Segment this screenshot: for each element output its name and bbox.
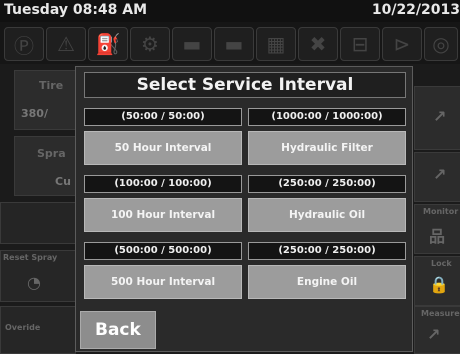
parking-brake-icon: Ⓟ	[4, 27, 44, 61]
interval-500-button[interactable]: 500 Hour Interval	[84, 265, 242, 299]
back-button[interactable]: Back	[80, 311, 156, 349]
hopper-icon: ⊟	[340, 27, 380, 61]
gauge-icon: ◔	[27, 273, 41, 292]
hydraulic-oil-button[interactable]: Hydraulic Oil	[248, 198, 406, 232]
measure-label: Measure	[421, 309, 460, 318]
fuel-filter-icon: ⛽	[88, 27, 128, 61]
interval-50-button[interactable]: 50 Hour Interval	[84, 131, 242, 165]
indicator-toolbar: Ⓟ ⚠ ⛽ ⚙ ▬ ▬ ▦ ✖ ⊟ ⊳ ◎	[0, 22, 460, 64]
monitor-panel: Monitor 品	[414, 204, 460, 254]
date-display: 10/22/2013	[371, 2, 460, 18]
overide-panel: Overide	[0, 306, 76, 354]
status-bar: Tuesday 08:48 AM 10/22/2013	[0, 0, 460, 23]
spray-label: Spra	[37, 147, 66, 160]
interval-100-button[interactable]: 100 Hour Interval	[84, 198, 242, 232]
lock-icon: 🔒	[429, 275, 449, 294]
hydraulic-filter-hours: (1000:00 / 1000:00)	[248, 108, 406, 126]
right-panel-2: ↗	[414, 152, 460, 202]
reset-spray-label: Reset Spray	[3, 253, 58, 262]
interval-100-hours: (100:00 / 100:00)	[84, 175, 242, 193]
measure-panel: Measure ↗	[414, 306, 460, 354]
lock-label: Lock	[431, 259, 452, 268]
tire-value: 380/	[21, 107, 48, 120]
network-icon: 品	[429, 227, 446, 246]
hydraulic-filter-button[interactable]: Hydraulic Filter	[248, 131, 406, 165]
engine-icon: ⚙	[130, 27, 170, 61]
interval-50-hours: (50:00 / 50:00)	[84, 108, 242, 126]
interval-500-hours: (500:00 / 500:00)	[84, 242, 242, 260]
no-spray-icon: ✖	[298, 27, 338, 61]
lock-panel: Lock 🔒	[414, 256, 460, 306]
hydraulic-oil-hours: (250:00 / 250:00)	[248, 175, 406, 193]
valve-icon: ◎	[424, 27, 458, 61]
pump-icon: ⊳	[382, 27, 422, 61]
spray-value: Cu	[55, 175, 71, 188]
left-status-panel	[0, 202, 76, 244]
spray-panel: Spra Cu	[14, 136, 78, 196]
oil-icon: ▬	[214, 27, 254, 61]
reset-spray-panel: Reset Spray ◔	[0, 250, 76, 302]
tire-label: Tire	[39, 79, 64, 92]
chart-icon: ↗	[427, 325, 441, 344]
right-panel-1: ↗	[414, 86, 460, 150]
arrow-icon: ↗	[433, 165, 447, 184]
overide-label: Overide	[5, 323, 41, 332]
radiator-icon: ▦	[256, 27, 296, 61]
dialog-title: Select Service Interval	[84, 72, 406, 98]
service-interval-dialog: Select Service Interval (50:00 / 50:00) …	[75, 66, 413, 352]
hydraulic-icon: ▬	[172, 27, 212, 61]
engine-oil-hours: (250:00 / 250:00)	[248, 242, 406, 260]
monitor-label: Monitor	[423, 207, 459, 216]
engine-oil-button[interactable]: Engine Oil	[248, 265, 406, 299]
datetime-display: Tuesday 08:48 AM	[4, 2, 148, 18]
arrow-icon: ↗	[433, 107, 447, 126]
tire-panel: Tire 380/	[14, 70, 78, 130]
warning-icon: ⚠	[46, 27, 86, 61]
